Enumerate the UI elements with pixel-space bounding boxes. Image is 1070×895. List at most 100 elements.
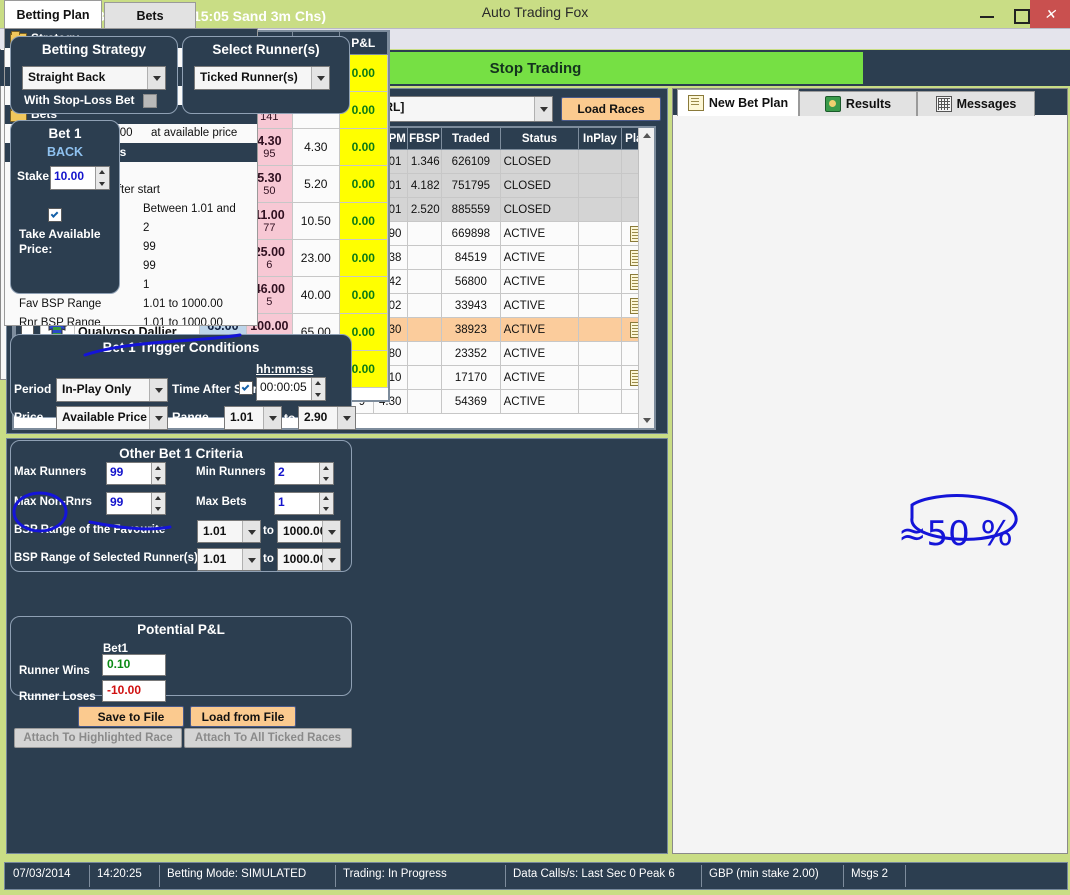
table-cell: 56800	[441, 269, 501, 294]
stake-label: Stake	[17, 169, 50, 183]
tab-results-label: Results	[845, 97, 892, 111]
scroll-up-icon[interactable]	[639, 128, 654, 143]
max-runners-arrows[interactable]	[151, 463, 165, 484]
status-bar: 07/03/2014 14:20:25 Betting Mode: SIMULA…	[4, 862, 1068, 890]
range-label: Range	[172, 410, 209, 424]
application-window: Auto Trading Fox ✕ Settings Calculator L…	[0, 0, 1070, 895]
min-runners-stepper[interactable]: 2	[274, 462, 334, 485]
table-cell	[578, 221, 622, 246]
scroll-down-icon[interactable]	[639, 413, 654, 428]
select-runners-value: Ticked Runner(s)	[200, 70, 298, 84]
table-cell	[578, 269, 622, 294]
tab-new-bet-plan[interactable]: New Bet Plan	[677, 89, 799, 116]
fav-bsp-to-label: to	[263, 525, 274, 537]
range-to-select[interactable]: 2.90	[298, 406, 356, 430]
tab-messages[interactable]: Messages	[917, 91, 1035, 116]
sel-bsp-from-select[interactable]: 1.01	[197, 548, 261, 571]
max-runners-value: 99	[110, 465, 124, 479]
range-from-select[interactable]: 1.01	[224, 406, 282, 430]
table-cell: 84519	[441, 245, 501, 270]
races-scrollbar[interactable]	[638, 128, 654, 428]
tab-betting-plan[interactable]: Betting Plan	[4, 0, 102, 30]
table-cell: 669898	[441, 221, 501, 246]
table-cell	[578, 173, 622, 198]
range-to-value: 2.90	[304, 410, 328, 424]
stake-arrows[interactable]	[95, 167, 109, 189]
max-nonrnrs-stepper[interactable]: 99	[106, 492, 166, 515]
with-stoploss-checkbox[interactable]	[143, 94, 157, 108]
chevron-down-icon[interactable]	[311, 67, 329, 89]
time-after-start-checkbox[interactable]	[239, 381, 253, 395]
attach-to-highlighted-race-button[interactable]: Attach To Highlighted Race	[14, 728, 182, 748]
attach-to-all-ticked-races-button[interactable]: Attach To All Ticked Races	[184, 728, 352, 748]
sel-bsp-to-select[interactable]: 1000.00	[277, 548, 341, 571]
table-cell	[578, 317, 622, 342]
table-cell: ACTIVE	[500, 341, 580, 366]
lpm-cell: 4.30	[292, 128, 340, 166]
price-select[interactable]: Available Price	[56, 406, 168, 430]
fav-bsp-to-select[interactable]: 1000.00	[277, 520, 341, 543]
chevron-down-icon[interactable]	[147, 67, 165, 89]
load-from-file-button[interactable]: Load from File	[190, 706, 296, 727]
chevron-down-icon[interactable]	[149, 379, 167, 401]
max-bets-label: Max Bets	[196, 496, 247, 508]
fav-bsp-from-select[interactable]: 1.01	[197, 520, 261, 543]
table-cell: 38923	[441, 317, 501, 342]
pl-cell: 0.00	[339, 202, 388, 240]
select-runners-select[interactable]: Ticked Runner(s)	[194, 66, 330, 90]
runner-wins-value: 0.10	[102, 654, 166, 676]
chevron-down-icon[interactable]	[534, 97, 552, 121]
load-races-button[interactable]: Load Races	[561, 97, 661, 121]
table-cell: 54369	[441, 389, 501, 414]
table-cell: ACTIVE	[500, 245, 580, 270]
document-icon	[687, 95, 704, 111]
fav-bsp-to-value: 1000.00	[283, 524, 327, 538]
stake-stepper[interactable]: 10.00	[50, 166, 110, 190]
chevron-down-icon[interactable]	[322, 521, 340, 542]
chevron-down-icon[interactable]	[149, 407, 167, 429]
races-col-fbsp: FBSP	[407, 128, 443, 150]
tab-bets[interactable]: Bets	[104, 2, 196, 29]
lpm-cell: 10.50	[292, 202, 340, 240]
min-runners-arrows[interactable]	[319, 463, 333, 484]
chevron-down-icon[interactable]	[322, 549, 340, 570]
status-time: 14:20:25	[97, 868, 142, 880]
period-select[interactable]: In-Play Only	[56, 378, 168, 402]
chevron-down-icon[interactable]	[337, 407, 355, 429]
with-stoploss-label: With Stop-Loss Bet	[24, 93, 135, 107]
tab-results[interactable]: Results	[799, 91, 917, 116]
take-available-price-label: Take Available Price:	[19, 227, 101, 256]
price-label: Price	[14, 410, 44, 424]
take-available-price-checkbox[interactable]	[48, 208, 62, 222]
chevron-down-icon[interactable]	[242, 549, 260, 570]
status-betting-mode: Betting Mode: SIMULATED	[167, 868, 307, 880]
lpm-cell: 40.00	[292, 276, 340, 314]
chevron-down-icon[interactable]	[242, 521, 260, 542]
status-data-calls: Data Calls/s: Last Sec 0 Peak 6	[513, 868, 675, 880]
stake-value: 10.00	[54, 169, 85, 183]
period-value: In-Play Only	[62, 382, 132, 396]
max-bets-arrows[interactable]	[319, 493, 333, 514]
max-nonrnrs-label: Max Non-Rnrs	[14, 496, 92, 508]
max-bets-stepper[interactable]: 1	[274, 492, 334, 515]
betting-plan-tabs: Betting Plan Bets	[0, 0, 1070, 30]
lpm-cell: 5.20	[292, 165, 340, 203]
time-after-start-stepper[interactable]: 00:00:05	[256, 377, 326, 401]
hhmmss-label: hh:mm:ss	[256, 362, 314, 376]
max-nonrnrs-arrows[interactable]	[151, 493, 165, 514]
table-cell: ACTIVE	[500, 365, 580, 390]
right-panel-tabs: New Bet Plan Results Messages	[673, 89, 1067, 116]
trigger-conditions-title: Bet 1 Trigger Conditions	[102, 340, 260, 355]
money-icon	[824, 96, 841, 112]
strategy-select[interactable]: Straight Back	[22, 66, 166, 90]
table-cell: 751795	[441, 173, 501, 198]
time-arrows[interactable]	[311, 378, 325, 400]
fav-bsp-from-value: 1.01	[203, 524, 227, 538]
table-cell	[578, 389, 622, 414]
save-to-file-button[interactable]: Save to File	[78, 706, 184, 727]
pl-cell: 0.00	[339, 128, 388, 166]
plan-row: Rnr BSP Range 1.01 to 1000.00	[5, 314, 257, 325]
max-runners-stepper[interactable]: 99	[106, 462, 166, 485]
chevron-down-icon[interactable]	[263, 407, 281, 429]
table-cell: 4.182	[407, 173, 443, 198]
